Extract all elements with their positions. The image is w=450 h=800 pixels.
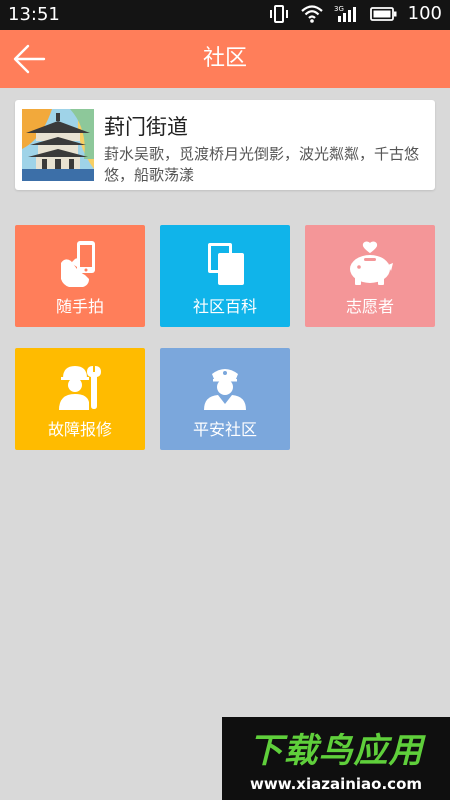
hand-phone-icon [61, 241, 95, 287]
svg-text:3G: 3G [334, 5, 344, 13]
page-title: 社区 [202, 46, 247, 71]
signal-3g-icon: 3G [334, 5, 356, 22]
status-icons: 3G 100 [268, 3, 442, 24]
battery-icon [369, 6, 397, 21]
piggy-bank-heart-icon [350, 241, 393, 285]
documents-icon [208, 243, 244, 285]
tile-label: 故障报修 [47, 420, 112, 439]
tile-label: 平安社区 [192, 420, 257, 439]
watermark: 下载鸟应用 www.xiazainiao.com [222, 717, 450, 800]
app-bar: 社区 [0, 30, 450, 88]
tile-label: 社区百科 [192, 297, 257, 316]
watermark-title: 下载鸟应用 [248, 731, 424, 771]
community-description: 葑水吴歌，觅渡桥月光倒影，波光粼粼，千古悠悠，船歌荡漾 [104, 145, 420, 184]
tile-repair[interactable]: 故障报修 [15, 348, 145, 450]
tile-safe-community[interactable]: 平安社区 [160, 348, 290, 450]
tile-label: 随手拍 [55, 297, 104, 316]
back-button[interactable] [8, 38, 50, 80]
back-arrow-icon [13, 44, 46, 74]
community-intro-card[interactable]: 葑门街道 葑水吴歌，觅渡桥月光倒影，波光粼粼，千古悠悠，船歌荡漾 [15, 100, 435, 190]
status-bar: 13:51 3G 100 [0, 0, 450, 30]
tile-volunteer[interactable]: 志愿者 [305, 225, 435, 327]
battery-level: 100 [407, 3, 442, 24]
tile-snapshot[interactable]: 随手拍 [15, 225, 145, 327]
pagoda-thumbnail-icon [22, 109, 94, 181]
wifi-icon [300, 4, 323, 23]
status-time: 13:51 [8, 4, 60, 25]
watermark-url: www.xiazainiao.com [249, 775, 423, 793]
repair-worker-icon [59, 366, 101, 410]
tile-label: 志愿者 [345, 297, 394, 316]
vibrate-icon [269, 4, 288, 23]
police-officer-icon [204, 369, 246, 410]
tile-encyclopedia[interactable]: 社区百科 [160, 225, 290, 327]
community-name: 葑门街道 [104, 115, 188, 139]
